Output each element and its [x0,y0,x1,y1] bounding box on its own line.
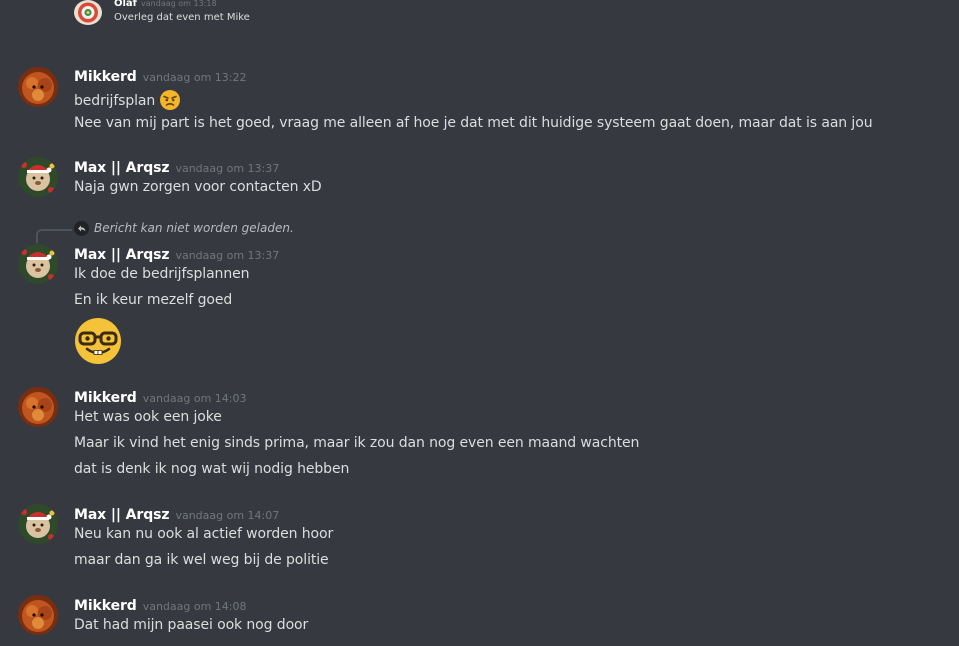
message-header: Mikkerd vandaag om 14:03 [74,387,247,406]
message-text: Dat had mijn paasei ook nog door [74,617,309,633]
avatar-max-arqsz[interactable] [18,244,58,284]
chat-messages: Olaf vandaag om 13:18 Overleg dat even me… [0,0,959,646]
timestamp: vandaag om 14:03 [142,392,247,405]
message-text: bedrijfsplan [74,93,156,109]
username[interactable]: Mikkerd [74,598,137,614]
username[interactable]: Max || Arqsz [74,247,170,263]
timestamp: vandaag om 14:08 [142,600,247,613]
timestamp: vandaag om 13:22 [142,71,247,84]
message-header: Mikkerd vandaag om 14:08 [74,595,247,614]
previous-message-header: Olaf vandaag om 13:18 [114,0,217,9]
nerd-face-emoji [74,317,122,365]
reply-connector [36,229,72,243]
message-header: Mikkerd vandaag om 13:22 [74,66,247,85]
avatar-mikkerd[interactable] [18,67,58,107]
avatar-mikkerd[interactable] [18,387,58,427]
message-header: Max || Arqsz vandaag om 13:37 [74,157,279,176]
avatar-max-arqsz[interactable] [18,157,58,197]
message-text: Naja gwn zorgen voor contacten xD [74,179,322,195]
message-text: Overleg dat even met Mike [114,12,250,23]
timestamp: vandaag om 14:07 [175,509,280,522]
message-text: Maar ik vind het enig sinds prima, maar … [74,435,640,451]
username[interactable]: Max || Arqsz [74,160,170,176]
username[interactable]: Olaf [114,0,137,9]
message-text: Nee van mij part is het goed, vraag me a… [74,115,873,131]
message-header: Max || Arqsz vandaag om 13:37 [74,244,279,263]
message-text: maar dan ga ik wel weg bij de politie [74,552,329,568]
reply-icon [74,221,89,236]
message-text: En ik keur mezelf goed [74,292,233,308]
message-text: Ik doe de bedrijfsplannen [74,266,250,282]
username[interactable]: Mikkerd [74,390,137,406]
message-header: Max || Arqsz vandaag om 14:07 [74,504,279,523]
timestamp: vandaag om 13:37 [175,162,280,175]
reply-reference[interactable]: Bericht kan niet worden geladen. [94,221,294,235]
username[interactable]: Mikkerd [74,69,137,85]
angry-face-emoji [159,89,181,111]
username[interactable]: Max || Arqsz [74,507,170,523]
timestamp: vandaag om 13:37 [175,249,280,262]
message-text: Het was ook een joke [74,409,222,425]
avatar-olaf[interactable] [74,0,102,25]
avatar-max-arqsz[interactable] [18,504,58,544]
message-line: bedrijfsplan [74,89,181,111]
message-text: dat is denk ik nog wat wij nodig hebben [74,461,350,477]
avatar-mikkerd[interactable] [18,595,58,635]
message-text: Neu kan nu ook al actief worden hoor [74,526,334,542]
timestamp: vandaag om 13:18 [141,0,217,8]
